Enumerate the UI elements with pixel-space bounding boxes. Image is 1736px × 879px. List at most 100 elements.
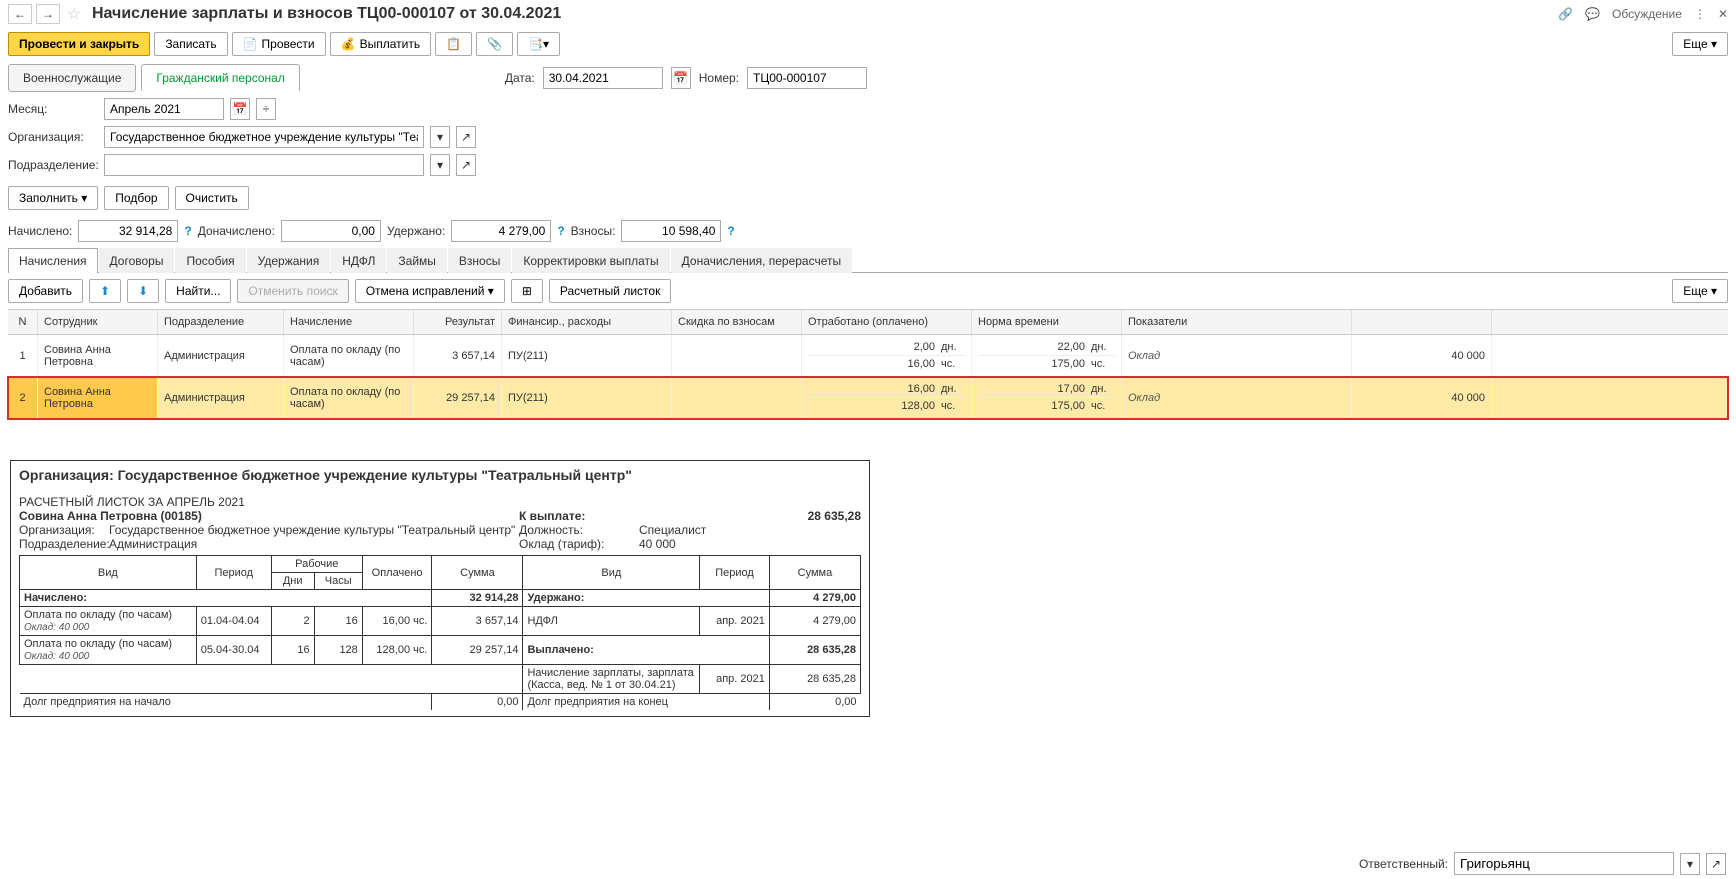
attach-button[interactable]: 📎 [476, 32, 513, 56]
col-n-header[interactable]: N [8, 310, 38, 334]
extra-accrued-label: Доначислено: [198, 224, 275, 238]
slip-org-value: Государственное бюджетное учреждение кул… [109, 523, 515, 537]
norm-days: 17,00 [978, 383, 1085, 395]
slip-topay-label: К выплате: [519, 509, 639, 523]
write-button[interactable]: Записать [154, 32, 227, 56]
cell-disc [672, 377, 802, 418]
org-open-icon[interactable]: ↗ [456, 126, 476, 148]
calendar-icon[interactable]: 📅 [671, 67, 691, 89]
cancel-correction-button[interactable]: Отмена исправлений ▾ [355, 279, 505, 303]
slip-salary-label: Оклад (тариф): [519, 537, 639, 551]
month-input[interactable] [104, 98, 224, 120]
accrued-help-icon[interactable]: ? [184, 224, 191, 238]
find-button[interactable]: Найти... [165, 279, 231, 303]
col-dep-header[interactable]: Подразделение [158, 310, 284, 334]
date-input[interactable] [543, 67, 663, 89]
paid0-period: апр. 2021 [700, 665, 770, 694]
add-row-button[interactable]: Добавить [8, 279, 83, 303]
tab-recalculations[interactable]: Доначисления, перерасчеты [671, 248, 852, 273]
dept-dropdown-icon[interactable]: ▾ [430, 154, 450, 176]
org-dropdown-icon[interactable]: ▾ [430, 126, 450, 148]
tab-ndfl[interactable]: НДФЛ [331, 248, 386, 273]
col-res-header[interactable]: Результат [414, 310, 502, 334]
accrued-value[interactable] [78, 220, 178, 242]
col-fin-header[interactable]: Финансир., расходы [502, 310, 672, 334]
pick-button[interactable]: Подбор [104, 186, 168, 210]
wh0-sum: 4 279,00 [769, 607, 860, 636]
table-row[interactable]: 2 Совина Анна Петровна Администрация Опл… [8, 377, 1728, 419]
post-button[interactable]: 📄 Провести [232, 32, 326, 56]
contrib-help-icon[interactable]: ? [727, 224, 734, 238]
paid0-vid: Начисление зарплаты, зарплата (Касса, ве… [523, 665, 700, 694]
acc1-paid: 128,00 чс. [362, 636, 432, 665]
table-row[interactable]: 1 Совина Анна Петровна Администрация Опл… [8, 335, 1728, 377]
pay-button[interactable]: 💰 Выплатить [330, 32, 431, 56]
money-icon: 💰 [341, 37, 356, 51]
close-icon[interactable]: ✕ [1718, 7, 1728, 21]
tab-contributions[interactable]: Взносы [448, 248, 511, 273]
month-stepper[interactable]: ÷ [256, 98, 276, 120]
number-input[interactable] [747, 67, 867, 89]
tab-loans[interactable]: Займы [387, 248, 447, 273]
acc0-sub: Оклад: 40 000 [24, 622, 89, 633]
discuss-icon[interactable]: 💬 [1585, 7, 1600, 21]
more-button-label: Еще [1683, 37, 1707, 51]
tab-benefits[interactable]: Пособия [175, 248, 245, 273]
report-button[interactable]: 📋 [435, 32, 472, 56]
link-icon[interactable]: 🔗 [1558, 7, 1573, 21]
th-vid-right: Вид [523, 556, 700, 590]
more-button[interactable]: Еще ▾ [1672, 32, 1728, 56]
col-work-header[interactable]: Отработано (оплачено) [802, 310, 972, 334]
move-up-button[interactable]: ⬆ [89, 279, 121, 303]
grid-settings-button[interactable]: ⊞ [511, 279, 543, 303]
kebab-menu-icon[interactable]: ⋮ [1694, 7, 1706, 21]
debt-start-value: 0,00 [432, 694, 523, 711]
fill-button[interactable]: Заполнить ▾ [8, 186, 98, 210]
tab-payment-corrections[interactable]: Корректировки выплаты [512, 248, 669, 273]
acc0-days: 2 [271, 607, 314, 636]
withheld-help-icon[interactable]: ? [557, 224, 564, 238]
dept-input[interactable] [104, 154, 424, 176]
col-emp-header[interactable]: Сотрудник [38, 310, 158, 334]
grid-more-label: Еще [1683, 284, 1707, 298]
post-and-close-button[interactable]: Провести и закрыть [8, 32, 150, 56]
cancel-correction-label: Отмена исправлений [366, 284, 485, 298]
slip-org-label: Организация: [19, 523, 109, 537]
org-input[interactable] [104, 126, 424, 148]
withheld-value[interactable] [451, 220, 551, 242]
nav-forward-button[interactable]: → [36, 4, 60, 24]
month-calendar-icon[interactable]: 📅 [230, 98, 250, 120]
col-ind-header[interactable]: Показатели [1122, 310, 1352, 334]
extra-accrued-value[interactable] [281, 220, 381, 242]
responsible-open-icon[interactable]: ↗ [1706, 853, 1726, 875]
tab-contracts[interactable]: Договоры [99, 248, 175, 273]
slip-table: Вид Период Рабочие Оплачено Сумма Вид Пе… [19, 555, 861, 710]
window-title: Начисление зарплаты и взносов ТЦ00-00010… [88, 5, 1554, 23]
debt-end-value: 0,00 [769, 694, 860, 711]
cell-fin: ПУ(211) [502, 377, 672, 418]
th-hours: Часы [314, 573, 362, 590]
col-val-header[interactable] [1352, 310, 1492, 334]
tab-deductions[interactable]: Удержания [247, 248, 331, 273]
clear-button[interactable]: Очистить [175, 186, 249, 210]
responsible-input[interactable] [1454, 852, 1674, 875]
move-down-button[interactable]: ⬇ [127, 279, 159, 303]
dept-open-icon[interactable]: ↗ [456, 154, 476, 176]
tab-military[interactable]: Военнослужащие [8, 64, 136, 92]
responsible-dropdown-icon[interactable]: ▾ [1680, 853, 1700, 875]
tab-civilian[interactable]: Гражданский персонал [141, 64, 299, 92]
favorite-star-icon[interactable]: ☆ [64, 4, 84, 24]
extra-menu-button[interactable]: 📑▾ [517, 32, 560, 56]
payslip-button[interactable]: Расчетный листок [549, 279, 671, 303]
col-norm-header[interactable]: Норма времени [972, 310, 1122, 334]
col-disc-header[interactable]: Скидка по взносам [672, 310, 802, 334]
col-acc-header[interactable]: Начисление [284, 310, 414, 334]
grid-more-button[interactable]: Еще ▾ [1672, 279, 1728, 303]
nav-back-button[interactable]: ← [8, 4, 32, 24]
contrib-value[interactable] [621, 220, 721, 242]
norm-days: 22,00 [978, 341, 1085, 353]
discuss-label[interactable]: Обсуждение [1612, 7, 1682, 21]
date-label: Дата: [505, 71, 535, 85]
tab-accruals[interactable]: Начисления [8, 248, 98, 273]
th-work: Рабочие [271, 556, 362, 573]
